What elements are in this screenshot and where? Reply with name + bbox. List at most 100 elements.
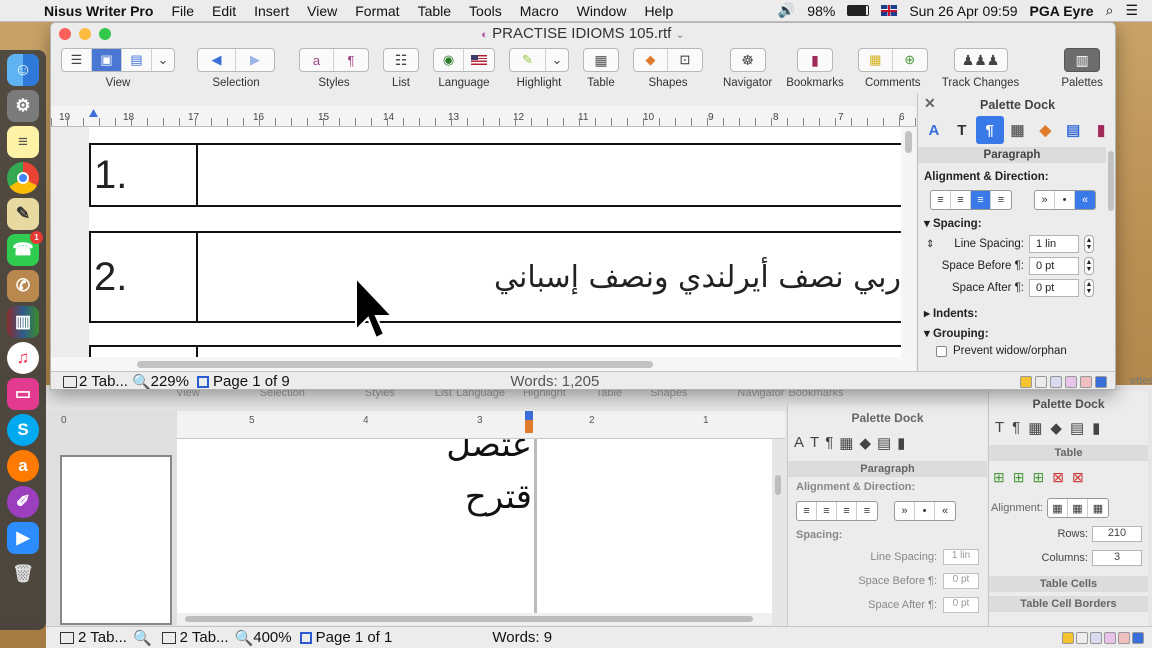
windows-app-icon[interactable]: ▭ (7, 378, 39, 410)
ruler-toggle-icon[interactable] (1020, 375, 1032, 388)
character-palette-icon[interactable]: A (920, 116, 948, 144)
menu-macro[interactable]: Macro (511, 3, 568, 19)
document-area[interactable]: 1. 2. ربي نصف أيرلندي ونصف إسباني (51, 127, 901, 357)
finder-icon[interactable]: ☺ (7, 54, 39, 86)
bookmark-icon[interactable]: ▮ (796, 48, 833, 72)
shapes-icon[interactable]: ◆ (859, 434, 871, 452)
back-tabs-label[interactable]: 2 Tab... (78, 629, 127, 646)
row-number-cell[interactable]: 1. (91, 145, 198, 205)
text-palette-icon[interactable]: T (948, 116, 976, 144)
ruler-indent-marker[interactable] (89, 109, 98, 117)
space-after-field[interactable]: 0 pt (1029, 279, 1079, 297)
script-editor-icon[interactable]: ✎ (7, 198, 39, 230)
chrome-icon[interactable] (7, 162, 39, 194)
paragraph-section-header[interactable]: Paragraph (918, 147, 1106, 163)
back-space-before-field[interactable]: 0 pt (943, 573, 979, 589)
menu-table[interactable]: Table (409, 3, 460, 19)
table-palette-icon[interactable]: ▦ (1004, 116, 1032, 144)
bookmark-icon[interactable]: ▮ (897, 434, 905, 452)
paragraph-styles-icon[interactable]: ¶ (334, 49, 368, 71)
back-page-indicator[interactable]: Page 1 of 1 (316, 629, 393, 646)
back-ruler-tab-marker[interactable] (525, 411, 533, 433)
space-before-stepper[interactable]: ▲ ▼ (1084, 257, 1094, 275)
menu-view[interactable]: View (298, 3, 346, 19)
highlight-menu-chevron-icon[interactable]: ⌄ (546, 49, 568, 71)
back-tabs-label-2[interactable]: 2 Tab... (180, 629, 229, 646)
view-menu-chevron-icon[interactable]: ⌄ (152, 49, 174, 71)
grouping-disclosure[interactable]: ▾ Grouping: (918, 323, 1115, 343)
back-scroll-thumb[interactable] (185, 616, 753, 622)
back-horizontal-scrollbar[interactable] (177, 613, 772, 625)
page-indicator[interactable]: Page 1 of 9 (213, 373, 290, 389)
table-icon[interactable]: ▦ (1028, 419, 1042, 437)
row-text-cell[interactable]: ربي نصف أيرلندي ونصف إسباني (200, 233, 901, 321)
back-vertical-scrollbar[interactable] (775, 475, 781, 495)
indents-disclosure[interactable]: ▸ Indents: (918, 303, 1115, 323)
palette-scrollbar[interactable] (1107, 147, 1115, 371)
close-palette-icon[interactable]: ✕ (924, 95, 936, 112)
paragraph-icon[interactable]: ¶ (825, 434, 833, 452)
pages-icon[interactable] (63, 375, 77, 388)
character-styles-icon[interactable]: a (300, 49, 334, 71)
sections-icon[interactable]: ▤ (877, 434, 891, 452)
paragraph-palette-icon[interactable]: ¶ (975, 116, 1004, 144)
pencil-app-icon[interactable]: ✐ (7, 486, 39, 518)
back-table-cell-borders-section[interactable]: Table Cell Borders (989, 596, 1148, 612)
page-thumbnail[interactable] (60, 455, 172, 625)
row-number-cell[interactable]: 2. (91, 233, 198, 321)
facetime-icon[interactable]: ☎ 1 (7, 231, 43, 266)
selection-back-icon[interactable]: ◀ (198, 49, 236, 71)
main-document-window[interactable]: ◐ PRACTISE IDIOMS 105.rtf ⌄ ☰ ▣ ▤ ⌄ View… (50, 22, 1116, 390)
style-icon[interactable] (1065, 375, 1077, 388)
insert-column-icon[interactable]: ⊞ (1013, 469, 1025, 486)
delete-column-icon[interactable]: ⊠ (1072, 469, 1084, 486)
text-icon[interactable]: T (810, 434, 819, 452)
vertical-scroll-thumb[interactable] (905, 131, 912, 153)
shapes-icon[interactable]: ◆ (634, 49, 668, 71)
space-before-field[interactable]: 0 pt (1029, 257, 1079, 275)
tabs-label[interactable]: 2 Tab... (79, 373, 128, 389)
invisibles-icon[interactable] (1080, 375, 1092, 388)
align-left-icon[interactable]: ≡ (931, 191, 951, 209)
space-after-stepper[interactable]: ▲ ▼ (1084, 279, 1094, 297)
input-source-flag-icon[interactable] (881, 5, 898, 16)
globe-icon[interactable]: ◉ (434, 49, 464, 71)
menu-insert[interactable]: Insert (245, 3, 298, 19)
vertical-scrollbar[interactable] (901, 127, 916, 357)
line-spacing-field[interactable]: 1 lin (1029, 235, 1079, 253)
track-changes-icon[interactable]: ♟♟♟ (953, 48, 1008, 72)
row-text-cell[interactable] (200, 145, 901, 205)
shapes-palette-icon[interactable]: ◆ (1031, 116, 1059, 144)
menu-window[interactable]: Window (568, 3, 636, 19)
back-rows-field[interactable]: 210 (1092, 526, 1142, 542)
draft-view-icon[interactable]: ▤ (122, 49, 152, 71)
character-icon[interactable] (1035, 375, 1047, 388)
notification-center-icon[interactable]: ☰ (1125, 2, 1138, 19)
table-row[interactable] (89, 345, 901, 357)
back-columns-field[interactable]: 3 (1092, 550, 1142, 566)
zoom-icon[interactable]: ▶ (7, 522, 39, 554)
table-row[interactable]: 1. (89, 143, 901, 207)
align-right-icon[interactable]: ≡ (971, 191, 991, 209)
skype-icon[interactable]: S (7, 414, 39, 446)
menu-help[interactable]: Help (635, 3, 682, 19)
back-ruler[interactable]: 0 5 4 3 2 1 (61, 411, 785, 439)
menu-format[interactable]: Format (346, 3, 408, 19)
back-pages-icon-2[interactable] (161, 631, 176, 644)
align-justify-icon[interactable]: ≡ (991, 191, 1011, 209)
contacts-icon[interactable]: ✆ (7, 270, 39, 302)
language-flag-icon[interactable] (1050, 375, 1062, 388)
palette-scroll-thumb[interactable] (1108, 151, 1114, 211)
palettes-icon[interactable]: ▥ (1064, 48, 1101, 72)
calibre-icon[interactable]: ▥ (7, 306, 39, 338)
sections-icon[interactable]: ▤ (1070, 419, 1084, 437)
comments-icon[interactable]: ▦ (859, 49, 893, 71)
line-spacing-stepper[interactable]: ▲ ▼ (1084, 235, 1094, 253)
table-icon[interactable]: ▦ (839, 434, 853, 452)
sections-palette-icon[interactable]: ▤ (1059, 116, 1087, 144)
background-document-window[interactable]: View Selection Styles List Language High… (46, 375, 1152, 648)
clock[interactable]: Sun 26 Apr 09:59 (909, 3, 1017, 19)
sidebar-toggle-icon[interactable]: ☰ (62, 49, 92, 71)
menu-file[interactable]: File (162, 3, 203, 19)
selection-forward-icon[interactable]: ▶ (236, 49, 274, 71)
